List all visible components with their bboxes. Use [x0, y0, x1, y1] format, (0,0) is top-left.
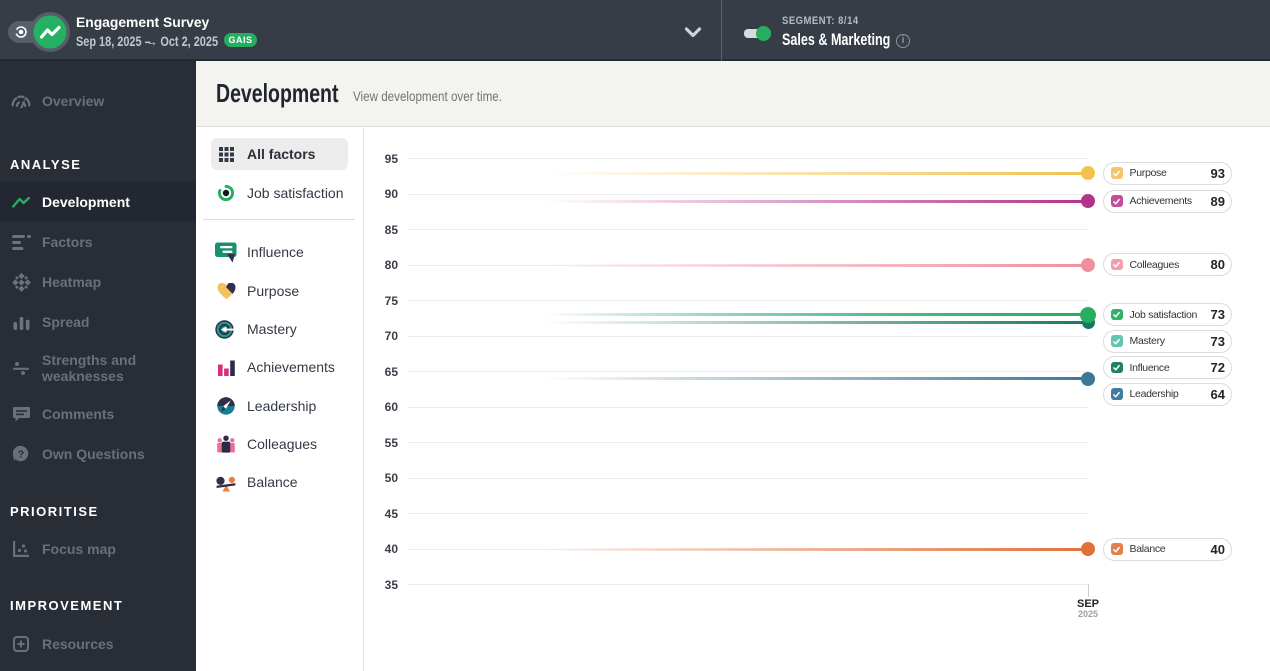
svg-text:?: ?: [18, 449, 24, 461]
